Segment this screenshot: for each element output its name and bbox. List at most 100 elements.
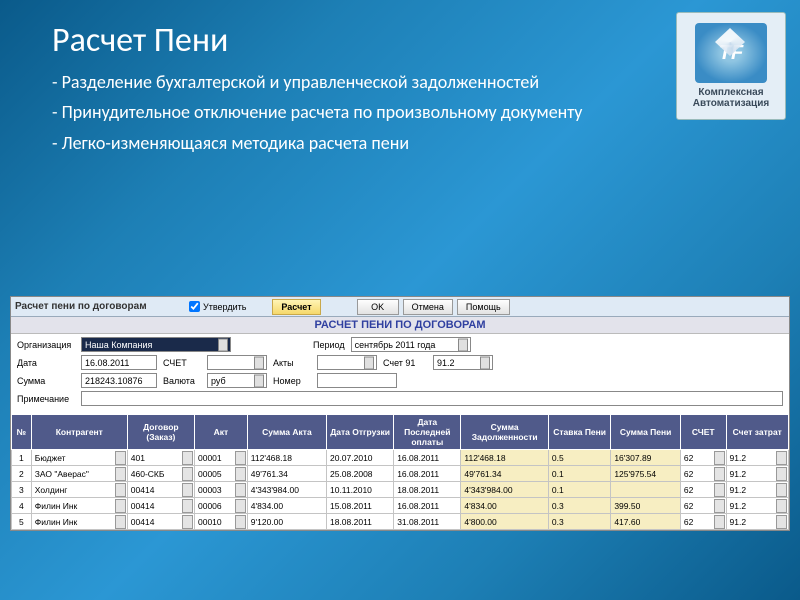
cell-sz: 49'761.34 — [461, 466, 549, 482]
cell-sz: 4'343'984.00 — [461, 482, 549, 498]
cell-cz[interactable]: 91.2 — [726, 514, 788, 530]
date-label: Дата — [17, 358, 75, 368]
cell-sz: 4'800.00 — [461, 514, 549, 530]
currency-input[interactable]: руб — [207, 373, 267, 388]
bullet-2: - Принудительное отключение расчета по п… — [52, 100, 632, 124]
cell-sz: 112'468.18 — [461, 450, 549, 466]
cell-st: 0.1 — [548, 482, 610, 498]
cell-k[interactable]: ЗАО "Аверас" — [31, 466, 127, 482]
col-cz[interactable]: Счет затрат — [726, 415, 788, 450]
cell-a[interactable]: 00010 — [194, 514, 247, 530]
cell-dp: 16.08.2011 — [394, 450, 461, 466]
number-input[interactable] — [317, 373, 397, 388]
logo-line1: Комплексная — [698, 87, 763, 98]
col-sz[interactable]: Сумма Задолженности — [461, 415, 549, 450]
period-input[interactable]: сентябрь 2011 года — [351, 337, 471, 352]
help-button[interactable]: Помощь — [457, 299, 510, 315]
cancel-button[interactable]: Отмена — [403, 299, 453, 315]
calc-button[interactable]: Расчет — [272, 299, 320, 315]
cell-st: 0.1 — [548, 466, 610, 482]
sum-label: Сумма — [17, 376, 75, 386]
confirm-checkbox[interactable]: Утвердить — [189, 301, 246, 312]
slide-title: Расчет Пени — [52, 20, 228, 61]
cell-sa: 4'343'984.00 — [247, 482, 326, 498]
cell-cz[interactable]: 91.2 — [726, 498, 788, 514]
cell-d[interactable]: 00414 — [127, 498, 194, 514]
schet91-input[interactable]: 91.2 — [433, 355, 493, 370]
cell-do: 10.11.2010 — [326, 482, 393, 498]
cell-cz[interactable]: 91.2 — [726, 466, 788, 482]
cell-d[interactable]: 00414 — [127, 514, 194, 530]
logo-graphic: TF — [695, 23, 767, 83]
cell-dp: 31.08.2011 — [394, 514, 461, 530]
akty-label: Акты — [273, 358, 311, 368]
number-label: Номер — [273, 376, 311, 386]
cell-sc[interactable]: 62 — [680, 466, 726, 482]
data-grid: № Контрагент Договор (Заказ) Акт Сумма А… — [11, 414, 789, 530]
col-dp[interactable]: Дата Последней оплаты — [394, 415, 461, 450]
col-sc[interactable]: СЧЕТ — [680, 415, 726, 450]
col-sp[interactable]: Сумма Пени — [611, 415, 681, 450]
cell-sc[interactable]: 62 — [680, 514, 726, 530]
sum-input[interactable]: 218243.10876 — [81, 373, 157, 388]
cell-sc[interactable]: 62 — [680, 450, 726, 466]
cell-a[interactable]: 00006 — [194, 498, 247, 514]
slide-bullets: - Разделение бухгалтерской и управленчес… — [52, 70, 632, 161]
note-input[interactable] — [81, 391, 783, 406]
col-a[interactable]: Акт — [194, 415, 247, 450]
cell-k[interactable]: Бюджет — [31, 450, 127, 466]
cell-sc[interactable]: 62 — [680, 498, 726, 514]
cell-sz: 4'834.00 — [461, 498, 549, 514]
table-row[interactable]: 5Филин Инк00414000109'120.0018.08.201131… — [12, 514, 789, 530]
cell-sp — [611, 482, 681, 498]
section-banner: РАСЧЕТ ПЕНИ ПО ДОГОВОРАМ — [11, 317, 789, 334]
logo-initials: TF — [719, 42, 743, 65]
cell-sa: 49'761.34 — [247, 466, 326, 482]
confirm-label: Утвердить — [203, 302, 246, 312]
cell-cz[interactable]: 91.2 — [726, 450, 788, 466]
col-d[interactable]: Договор (Заказ) — [127, 415, 194, 450]
akty-input[interactable] — [317, 355, 377, 370]
currency-label: Валюта — [163, 376, 201, 386]
cell-a[interactable]: 00001 — [194, 450, 247, 466]
cell-d[interactable]: 00414 — [127, 482, 194, 498]
cell-sa: 112'468.18 — [247, 450, 326, 466]
cell-do: 18.08.2011 — [326, 514, 393, 530]
app-window: Расчет пени по договорам Утвердить Расче… — [10, 296, 790, 531]
cell-a[interactable]: 00003 — [194, 482, 247, 498]
cell-n: 1 — [12, 450, 32, 466]
col-k[interactable]: Контрагент — [31, 415, 127, 450]
col-st[interactable]: Ставка Пени — [548, 415, 610, 450]
cell-sp: 125'975.54 — [611, 466, 681, 482]
col-n[interactable]: № — [12, 415, 32, 450]
confirm-checkbox-input[interactable] — [189, 301, 200, 312]
cell-d[interactable]: 401 — [127, 450, 194, 466]
org-input[interactable]: Наша Компания — [81, 337, 231, 352]
table-row[interactable]: 4Филин Инк00414000064'834.0015.08.201116… — [12, 498, 789, 514]
schet91-label: Счет 91 — [383, 358, 427, 368]
ok-button[interactable]: OK — [357, 299, 399, 315]
logo-box: TF Комплексная Автоматизация — [676, 12, 786, 120]
cell-k[interactable]: Филин Инк — [31, 514, 127, 530]
cell-a[interactable]: 00005 — [194, 466, 247, 482]
cell-sc[interactable]: 62 — [680, 482, 726, 498]
cell-k[interactable]: Холдинг — [31, 482, 127, 498]
col-do[interactable]: Дата Отгрузки — [326, 415, 393, 450]
titlebar: Расчет пени по договорам Утвердить Расче… — [11, 297, 789, 317]
cell-st: 0.3 — [548, 498, 610, 514]
cell-k[interactable]: Филин Инк — [31, 498, 127, 514]
note-label: Примечание — [17, 394, 75, 404]
table-row[interactable]: 1Бюджет40100001112'468.1820.07.201016.08… — [12, 450, 789, 466]
cell-do: 25.08.2008 — [326, 466, 393, 482]
cell-d[interactable]: 460-СКБ — [127, 466, 194, 482]
period-label: Период — [313, 340, 345, 350]
window-title: Расчет пени по договорам — [15, 301, 185, 312]
date-input[interactable]: 16.08.2011 — [81, 355, 157, 370]
cell-cz[interactable]: 91.2 — [726, 482, 788, 498]
table-row[interactable]: 2ЗАО "Аверас"460-СКБ0000549'761.3425.08.… — [12, 466, 789, 482]
cell-dp: 18.08.2011 — [394, 482, 461, 498]
schet-input[interactable] — [207, 355, 267, 370]
table-row[interactable]: 3Холдинг00414000034'343'984.0010.11.2010… — [12, 482, 789, 498]
cell-n: 4 — [12, 498, 32, 514]
col-sa[interactable]: Сумма Акта — [247, 415, 326, 450]
